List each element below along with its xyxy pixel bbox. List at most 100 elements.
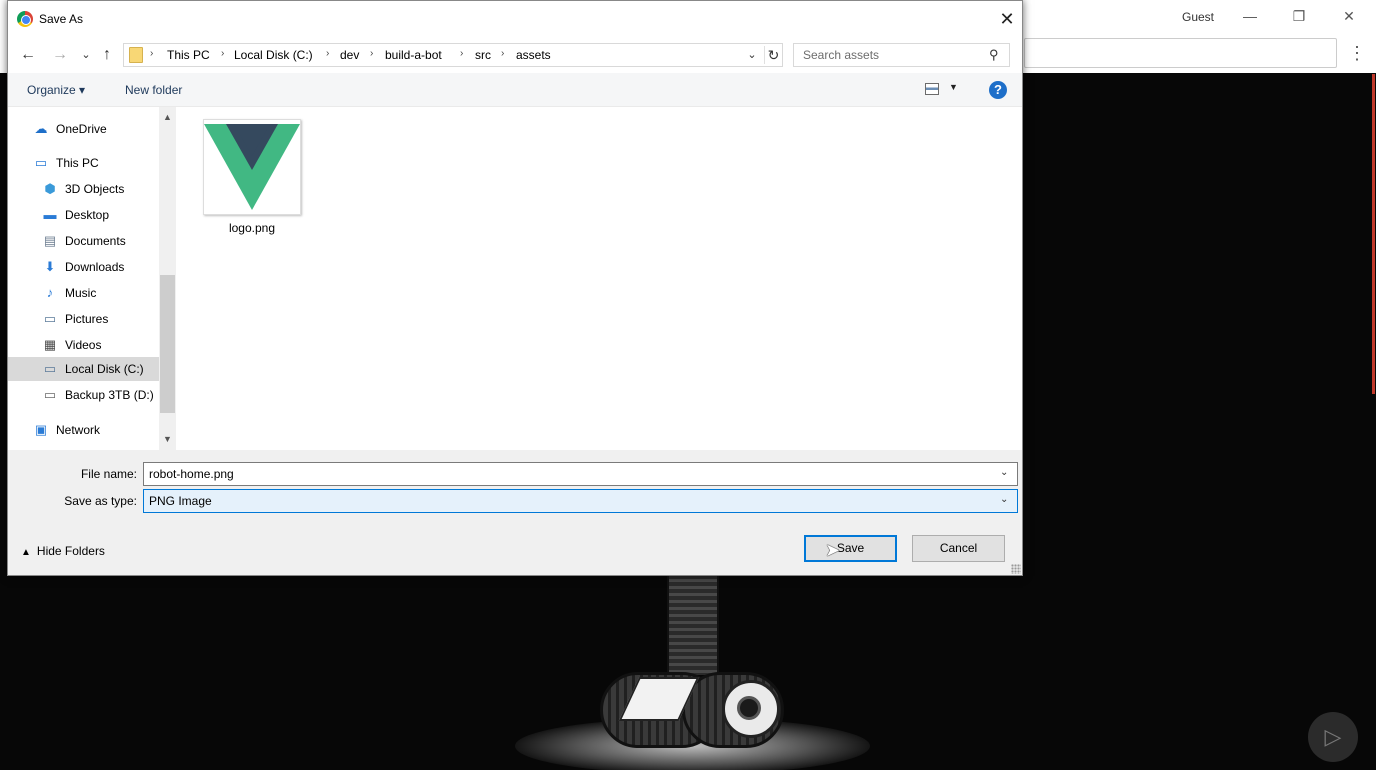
close-window-button[interactable]: ✕: [1337, 6, 1361, 26]
save-button[interactable]: Save: [804, 535, 897, 562]
sidebar-item-3d-objects[interactable]: ⬢ 3D Objects: [8, 177, 159, 201]
sidebar-item-local-disk[interactable]: ▭ Local Disk (C:): [8, 357, 159, 381]
breadcrumb-separator[interactable]: ›: [370, 48, 373, 59]
sidebar-item-label: Pictures: [65, 312, 109, 326]
recent-locations-icon[interactable]: ⌄: [76, 45, 96, 65]
sidebar-item-this-pc[interactable]: ▭ This PC: [8, 151, 159, 175]
hide-folders-label: Hide Folders: [36, 544, 105, 558]
restore-button[interactable]: ❐: [1287, 6, 1311, 26]
scroll-down-icon[interactable]: ▼: [159, 431, 176, 448]
sidebar-item-videos[interactable]: ▦ Videos: [8, 333, 159, 357]
mouse-cursor-icon: ➤: [825, 540, 841, 560]
navigation-pane: ☁ OneDrive ▭ This PC ⬢ 3D Objects ▬ Desk…: [8, 107, 159, 450]
close-icon[interactable]: ✕: [993, 7, 1021, 31]
organize-button[interactable]: Organize ▾: [27, 83, 85, 97]
scrollbar-thumb[interactable]: [160, 275, 175, 413]
sidebar-item-label: Local Disk (C:): [65, 362, 144, 376]
profile-label[interactable]: Guest: [1182, 10, 1214, 24]
file-item-logo[interactable]: [203, 119, 301, 215]
sidebar-item-network[interactable]: ▣ Network: [8, 418, 159, 442]
dialog-footer: File name: robot-home.png ⌄ Save as type…: [8, 450, 1022, 575]
chrome-icon: [17, 11, 33, 27]
sidebar-item-onedrive[interactable]: ☁ OneDrive: [8, 117, 159, 141]
breadcrumb-assets[interactable]: assets: [516, 48, 551, 62]
network-icon: ▣: [34, 422, 48, 437]
sidebar-item-downloads[interactable]: ⬇ Downloads: [8, 255, 159, 279]
new-folder-button[interactable]: New folder: [125, 83, 182, 97]
computer-icon: ▭: [34, 155, 48, 170]
minimize-button[interactable]: —: [1238, 6, 1262, 26]
forward-arrow-icon[interactable]: →: [50, 45, 70, 65]
browser-menu-icon[interactable]: ⋮: [1348, 42, 1366, 64]
save-as-type-select[interactable]: PNG Image ⌄: [143, 489, 1018, 513]
help-icon[interactable]: ?: [989, 81, 1007, 99]
desktop-icon: ▬: [43, 207, 57, 222]
sidebar-item-pictures[interactable]: ▭ Pictures: [8, 307, 159, 331]
sidebar-item-label: Documents: [65, 234, 126, 248]
save-as-type-value: PNG Image: [149, 494, 212, 508]
vue-logo-icon: [204, 124, 300, 210]
video-icon: ▦: [43, 337, 57, 352]
breadcrumb-dev[interactable]: dev: [340, 48, 359, 62]
sidebar-item-label: Downloads: [65, 260, 125, 274]
picture-icon: ▭: [43, 311, 57, 326]
breadcrumb-separator[interactable]: ›: [326, 48, 329, 59]
view-dropdown-icon[interactable]: ▼: [949, 82, 958, 92]
search-placeholder: Search assets: [803, 48, 880, 62]
bottom-strip: [0, 770, 1376, 778]
robot-neck: [667, 575, 719, 675]
sidebar-item-documents[interactable]: ▤ Documents: [8, 229, 159, 253]
hide-folders-button[interactable]: ▲ Hide Folders: [21, 544, 105, 558]
sidebar-item-desktop[interactable]: ▬ Desktop: [8, 203, 159, 227]
sidebar-item-music[interactable]: ♪ Music: [8, 281, 159, 305]
sidebar-item-label: Network: [56, 423, 101, 437]
navigation-scrollbar[interactable]: ▲ ▼: [159, 107, 176, 450]
breadcrumb-separator[interactable]: ›: [460, 48, 463, 59]
play-icon[interactable]: ▷: [1308, 712, 1358, 762]
chevron-down-icon[interactable]: ⌄: [1000, 494, 1008, 505]
chevron-down-icon[interactable]: ⌄: [744, 46, 760, 64]
save-as-type-label: Save as type:: [64, 494, 137, 508]
robot-hub-center: [737, 696, 761, 720]
command-toolbar: Organize ▾ New folder ▼ ?: [8, 73, 1022, 107]
search-input[interactable]: Search assets ⚲: [793, 43, 1010, 67]
address-bar[interactable]: [1024, 38, 1337, 68]
breadcrumb-local-disk[interactable]: Local Disk (C:): [234, 48, 313, 62]
up-arrow-icon[interactable]: ↑: [97, 45, 117, 65]
resize-grip[interactable]: [1011, 564, 1021, 574]
sidebar-item-backup-drive[interactable]: ▭ Backup 3TB (D:): [8, 383, 159, 407]
scroll-up-icon[interactable]: ▲: [159, 109, 176, 126]
back-arrow-icon[interactable]: ←: [18, 45, 38, 65]
file-name-field[interactable]: robot-home.png ⌄: [143, 462, 1018, 486]
breadcrumb-separator[interactable]: ›: [150, 48, 153, 59]
breadcrumb-separator[interactable]: ›: [501, 48, 504, 59]
sidebar-item-label: Desktop: [65, 208, 110, 222]
file-name-label: logo.png: [228, 221, 276, 235]
breadcrumb-this-pc[interactable]: This PC: [167, 48, 210, 62]
chevron-up-icon: ▲: [21, 547, 31, 558]
chevron-down-icon[interactable]: ⌄: [1000, 467, 1008, 478]
cancel-button[interactable]: Cancel: [912, 535, 1005, 562]
search-icon[interactable]: ⚲: [989, 47, 999, 63]
sidebar-item-label: 3D Objects: [65, 182, 125, 196]
download-icon: ⬇: [44, 259, 56, 274]
refresh-icon[interactable]: ↻: [764, 46, 782, 64]
dialog-title: Save As: [39, 12, 84, 26]
file-list: logo.png: [176, 107, 1022, 450]
dialog-titlebar: Save As ✕: [8, 1, 1022, 37]
breadcrumb-separator[interactable]: ›: [221, 48, 224, 59]
sidebar-item-label: Music: [65, 286, 97, 300]
sidebar-item-label: Backup 3TB (D:): [65, 388, 154, 402]
sidebar-item-label: This PC: [56, 156, 99, 170]
view-options-icon[interactable]: [925, 83, 939, 95]
sidebar-item-label: OneDrive: [56, 122, 107, 136]
save-as-dialog: Save As ✕ ← → ⌄ ↑ › This PC › Local Disk…: [7, 0, 1023, 576]
cloud-icon: ☁: [34, 121, 48, 136]
breadcrumb[interactable]: › This PC › Local Disk (C:) › dev › buil…: [123, 43, 783, 67]
file-name-label: File name:: [80, 467, 137, 481]
sidebar-item-label: Videos: [65, 338, 102, 352]
breadcrumb-build-a-bot[interactable]: build-a-bot: [385, 48, 442, 62]
breadcrumb-src[interactable]: src: [475, 48, 491, 62]
file-name-value[interactable]: robot-home.png: [149, 467, 234, 481]
music-icon: ♪: [46, 285, 54, 300]
